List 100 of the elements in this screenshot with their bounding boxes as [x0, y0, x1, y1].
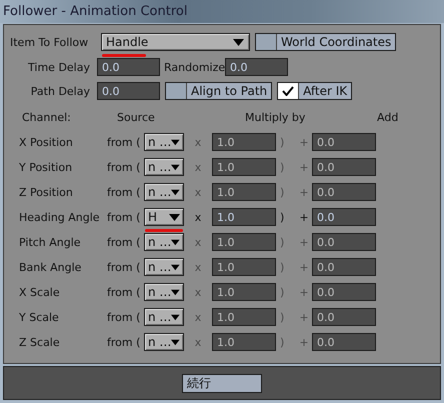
multiply-sign: x — [194, 160, 202, 174]
plus-sign: + — [298, 286, 310, 298]
field-label: Item To Follow — [10, 36, 90, 48]
dropdown[interactable]: n … — [144, 133, 184, 151]
caret-icon — [171, 338, 180, 346]
column-header: Add — [377, 111, 400, 126]
column-header: Source — [117, 111, 156, 126]
input-field[interactable]: 1.0 — [212, 283, 276, 301]
dropdown[interactable]: n … — [144, 233, 184, 251]
input-field[interactable]: 0.0 — [312, 158, 376, 176]
plus-sign: + — [298, 210, 310, 224]
checkbox-button[interactable]: World Coordinates — [255, 33, 396, 51]
plus-sign: + — [298, 136, 310, 148]
channel-label: X Position — [19, 136, 74, 148]
input-field[interactable]: 0.0 — [225, 58, 288, 76]
input-field[interactable]: 0.0 — [312, 283, 376, 301]
column-header: Channel: — [22, 111, 72, 126]
from-label: from ( — [107, 136, 142, 148]
close-paren: ) — [279, 336, 286, 348]
caret-icon — [171, 288, 180, 296]
column-header: Multiply by — [245, 111, 306, 126]
input-field[interactable]: 1.0 — [212, 308, 276, 326]
input-field[interactable]: 0.0 — [312, 133, 376, 151]
checkmark-icon — [282, 86, 294, 96]
close-paren: ) — [279, 186, 286, 198]
close-paren: ) — [279, 236, 286, 248]
input-field[interactable]: 1.0 — [212, 258, 276, 276]
input-field[interactable]: 1.0 — [212, 183, 276, 201]
channel-label: Pitch Angle — [19, 236, 82, 248]
input-field[interactable]: 0.0 — [312, 183, 376, 201]
multiply-sign: x — [194, 210, 202, 224]
channel-label: X Scale — [19, 286, 61, 298]
channel-label: Z Position — [19, 186, 74, 198]
multiply-sign: x — [194, 310, 202, 324]
plus-sign: + — [298, 186, 310, 198]
dropdown[interactable]: n … — [144, 183, 184, 201]
input-field[interactable]: 0.0 — [97, 58, 160, 76]
multiply-sign: x — [194, 186, 202, 198]
input-field[interactable]: 1.0 — [212, 333, 276, 351]
close-paren: ) — [279, 260, 286, 274]
input-field[interactable]: 0.0 — [312, 233, 376, 251]
input-field[interactable]: 0.0 — [312, 333, 376, 351]
dropdown[interactable]: n … — [144, 158, 184, 176]
caret-icon — [171, 188, 180, 196]
input-field[interactable]: 1.0 — [212, 233, 276, 251]
channel-label: Y Position — [19, 160, 74, 174]
caret-icon — [171, 164, 180, 170]
input-field[interactable]: 1.0 — [212, 158, 276, 176]
close-paren: ) — [279, 160, 286, 174]
multiply-sign: x — [194, 336, 202, 348]
input-field[interactable]: 0.0 — [97, 82, 160, 100]
dropdown[interactable]: H — [144, 208, 184, 226]
caret-icon — [171, 314, 180, 320]
multiply-sign: x — [194, 136, 202, 148]
input-field[interactable]: 1.0 — [212, 133, 276, 151]
caret-icon — [171, 238, 180, 246]
caret-icon — [171, 138, 180, 146]
from-label: from ( — [107, 260, 142, 274]
from-label: from ( — [107, 160, 142, 174]
window-title: Follower - Animation Control — [3, 4, 188, 19]
multiply-sign: x — [194, 236, 202, 248]
dropdown[interactable]: n … — [144, 333, 184, 351]
from-label: from ( — [107, 186, 142, 198]
multiply-sign: x — [194, 260, 202, 274]
channel-label: Z Scale — [19, 336, 61, 348]
plus-sign: + — [298, 336, 310, 348]
channel-label: Heading Angle — [19, 210, 101, 224]
continue-button[interactable]: 続行 — [182, 374, 262, 392]
close-paren: ) — [279, 136, 286, 148]
close-paren: ) — [279, 310, 286, 324]
close-paren: ) — [279, 286, 286, 298]
dropdown[interactable]: n … — [144, 283, 184, 301]
checkbox-button[interactable]: Align to Path — [165, 82, 272, 100]
from-label: from ( — [107, 286, 142, 298]
from-label: from ( — [107, 236, 142, 248]
multiply-sign: x — [194, 286, 202, 298]
caret-icon — [171, 264, 180, 270]
from-label: from ( — [107, 310, 142, 324]
plus-sign: + — [298, 236, 310, 248]
plus-sign: + — [298, 260, 310, 274]
channel-label: Bank Angle — [19, 260, 82, 274]
input-field[interactable]: 0.0 — [312, 208, 376, 226]
caret-icon — [169, 214, 180, 220]
field-label: Time Delay — [27, 60, 91, 74]
plus-sign: + — [298, 310, 310, 324]
checkbox-button[interactable]: After IK — [277, 82, 352, 100]
dropdown[interactable]: n … — [144, 308, 184, 326]
plus-sign: + — [298, 160, 310, 174]
from-label: from ( — [107, 210, 142, 224]
close-paren: ) — [279, 210, 286, 224]
channel-label: Y Scale — [19, 310, 60, 324]
caret-icon — [233, 38, 244, 46]
dropdown[interactable]: n … — [144, 258, 184, 276]
dropdown[interactable]: Handle — [101, 33, 250, 51]
input-field[interactable]: 0.0 — [312, 258, 376, 276]
input-field[interactable]: 0.0 — [312, 308, 376, 326]
field-label: Path Delay — [30, 84, 91, 98]
field-label: Randomize — [163, 60, 225, 74]
from-label: from ( — [107, 336, 142, 348]
input-field[interactable]: 1.0 — [212, 208, 276, 226]
